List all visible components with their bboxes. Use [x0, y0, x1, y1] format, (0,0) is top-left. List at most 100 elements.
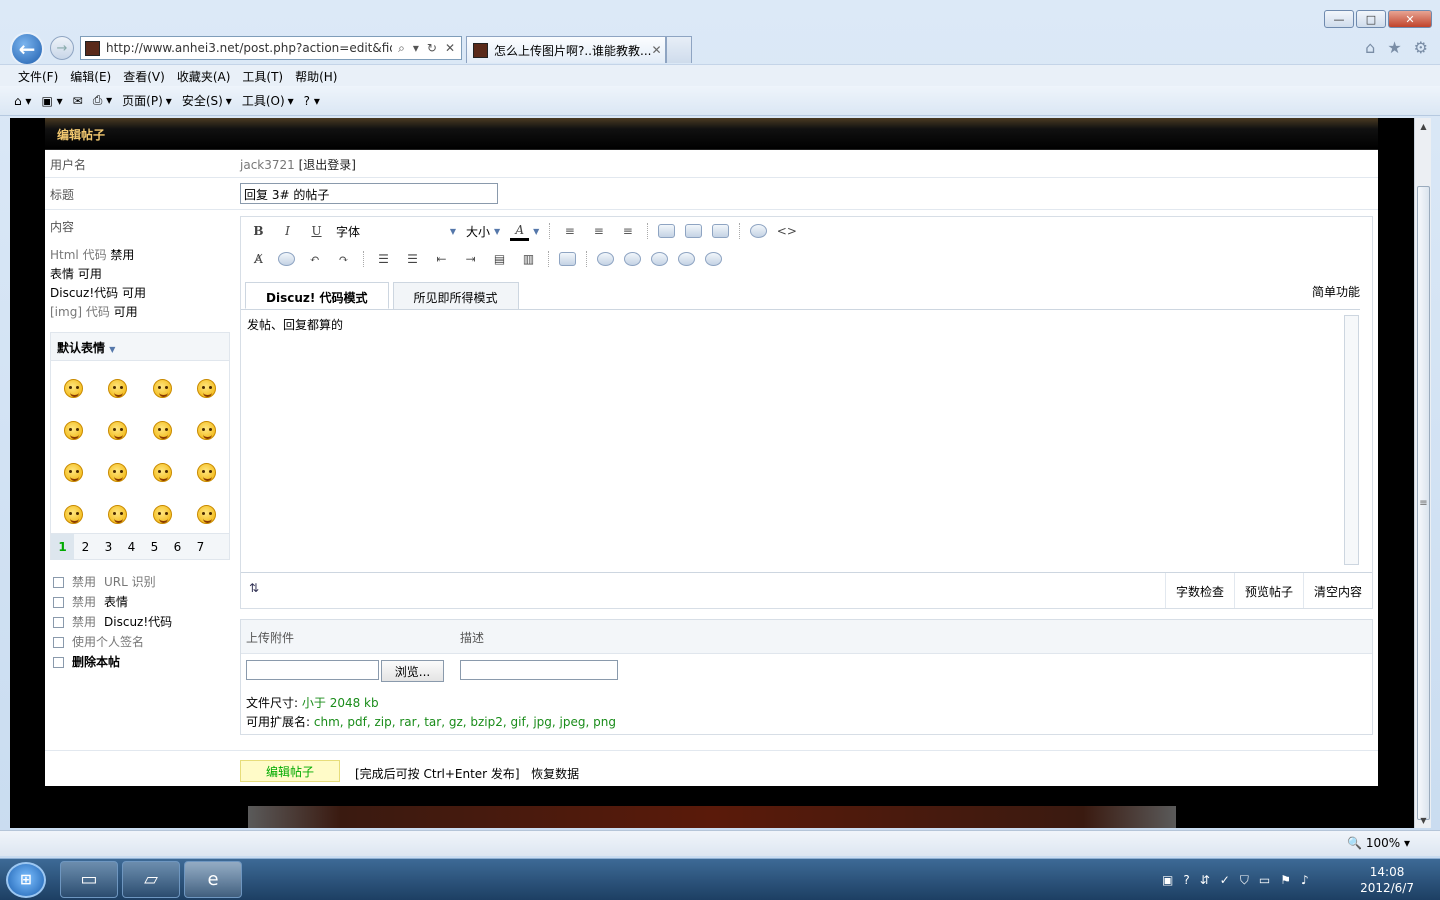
tab-close-icon[interactable]: ✕ [651, 43, 661, 57]
smiley-icon[interactable] [152, 378, 172, 398]
smiley-icon[interactable] [197, 462, 217, 482]
dropdown-icon[interactable]: ▾ [413, 41, 419, 56]
address-bar[interactable]: http://www.anhei3.net/post.php?action=ed… [80, 36, 462, 60]
underline-button[interactable]: U [307, 222, 326, 241]
close-button[interactable]: ✕ [1388, 10, 1432, 28]
menu-tools[interactable]: 工具(T) [236, 65, 289, 86]
preview-post-button[interactable]: 预览帖子 [1233, 573, 1303, 608]
redo-icon[interactable]: ↷ [334, 250, 353, 269]
help-icon[interactable]: ? ▾ [304, 94, 320, 108]
refresh-icon[interactable]: ↻ [427, 41, 437, 56]
scroll-thumb[interactable]: ≡ [1417, 186, 1430, 820]
link-icon[interactable] [658, 224, 676, 238]
address-url[interactable]: http://www.anhei3.net/post.php?action=ed… [106, 41, 392, 55]
smiley-icon[interactable] [152, 462, 172, 482]
smiley-icon[interactable] [197, 420, 217, 440]
tray-security-icon[interactable]: ✓ [1220, 873, 1230, 887]
smilies-header[interactable]: 默认表情 ▼ [51, 333, 229, 361]
free-tag-icon[interactable] [559, 252, 576, 266]
smiley-icon[interactable] [63, 462, 83, 482]
stop-icon[interactable]: ✕ [445, 41, 455, 56]
disable-discuz-code-checkbox[interactable] [53, 616, 64, 628]
tab-discuz-code-mode[interactable]: Discuz! 代码模式 [245, 282, 389, 309]
ie-taskbar-icon[interactable]: e [184, 861, 242, 898]
page-menu[interactable]: 页面(P) ▾ [122, 92, 172, 109]
menu-favorites[interactable]: 收藏夹(A) [171, 65, 237, 86]
smilies-page-5[interactable]: 5 [143, 540, 166, 554]
size-select[interactable]: 大小 ▼ [466, 223, 500, 240]
smilies-page-7[interactable]: 7 [189, 540, 212, 554]
tray-app-icon[interactable]: ▣ [1162, 873, 1173, 887]
smiley-icon[interactable] [197, 378, 217, 398]
simple-mode-link[interactable]: 简单功能 [1312, 283, 1360, 300]
zoom-control[interactable]: 🔍 100% ▾ [1347, 836, 1410, 850]
settings-gear-icon[interactable]: ⚙ [1414, 38, 1428, 57]
menu-help[interactable]: 帮助(H) [289, 65, 343, 86]
smiley-icon[interactable] [108, 420, 128, 440]
home-icon[interactable]: ⌂ [1365, 38, 1375, 57]
quote-icon[interactable] [750, 224, 768, 238]
app-taskbar-icon[interactable]: ▱ [122, 861, 180, 898]
explorer-taskbar-icon[interactable]: ▭ [60, 861, 118, 898]
use-signature-checkbox[interactable] [53, 636, 64, 648]
smiley-icon[interactable] [108, 504, 128, 524]
print-icon[interactable]: ⎙ ▾ [93, 93, 112, 108]
page-scrollbar[interactable]: ▲ ≡ ▼ [1414, 118, 1431, 828]
remove-format-icon[interactable]: A̸ [249, 250, 268, 269]
media-icon[interactable] [651, 252, 668, 266]
mail-icon[interactable]: ✉ [73, 94, 83, 108]
delete-post-checkbox[interactable] [53, 656, 64, 668]
feeds-icon[interactable]: ▣ ▾ [41, 94, 62, 108]
tools-menu[interactable]: 工具(O) ▾ [242, 92, 294, 109]
search-icon[interactable]: ⌕ [398, 41, 405, 56]
restore-data-link[interactable]: 恢复数据 [531, 767, 579, 781]
logout-link[interactable]: [退出登录] [299, 158, 356, 172]
image-icon[interactable] [712, 224, 730, 238]
minimize-button[interactable]: — [1324, 10, 1354, 28]
title-input[interactable]: 回复 3# 的帖子 [240, 183, 498, 204]
audio-icon[interactable] [678, 252, 695, 266]
unlink-icon[interactable] [278, 252, 295, 266]
description-input[interactable] [460, 660, 618, 680]
tray-volume-icon[interactable]: ♪ [1301, 873, 1309, 887]
back-icon[interactable]: ← [10, 32, 44, 66]
home-menu-icon[interactable]: ⌂ ▾ [14, 94, 31, 108]
align-center-icon[interactable]: ≡ [589, 222, 608, 241]
resize-handle-icon[interactable]: ⇅ [249, 581, 259, 595]
smiley-icon[interactable] [152, 420, 172, 440]
smilies-page-1[interactable]: 1 [51, 533, 74, 560]
tab-wysiwyg-mode[interactable]: 所见即所得模式 [392, 282, 519, 309]
disable-smilies-checkbox[interactable] [53, 596, 64, 608]
system-clock[interactable]: 14:08 2012/6/7 [1360, 864, 1414, 896]
new-tab-button[interactable] [666, 36, 692, 63]
smiley-icon[interactable] [152, 504, 172, 524]
tray-network-icon[interactable]: ▭ [1259, 873, 1270, 887]
float-right-icon[interactable]: ▥ [519, 250, 538, 269]
textarea-scrollbar[interactable] [1344, 315, 1359, 565]
float-left-icon[interactable]: ▤ [490, 250, 509, 269]
smiley-icon[interactable] [108, 462, 128, 482]
favorites-star-icon[interactable]: ★ [1387, 38, 1401, 57]
check-length-button[interactable]: 字数检查 [1164, 573, 1234, 608]
menu-view[interactable]: 查看(V) [117, 65, 171, 86]
smiley-icon[interactable] [197, 504, 217, 524]
forward-icon[interactable]: → [50, 36, 74, 60]
tray-shield-icon[interactable]: ⛉ [1240, 873, 1249, 888]
smiley-icon[interactable] [63, 378, 83, 398]
realplayer-icon[interactable] [705, 252, 722, 266]
menu-file[interactable]: 文件(F) [12, 65, 64, 86]
undo-icon[interactable]: ↶ [305, 250, 324, 269]
flash-icon[interactable] [597, 252, 614, 266]
smilies-page-2[interactable]: 2 [74, 540, 97, 554]
message-textarea[interactable]: 发帖、回复都算的 [241, 309, 1360, 571]
browse-button[interactable]: 浏览... [381, 660, 444, 682]
tab-active[interactable]: 怎么上传图片啊?..谁能教教... ✕ [466, 36, 666, 63]
italic-button[interactable]: I [278, 222, 297, 241]
code-icon[interactable]: <> [777, 222, 797, 241]
qq-icon[interactable] [624, 252, 641, 266]
scroll-down-icon[interactable]: ▼ [1415, 812, 1432, 828]
smiley-icon[interactable] [63, 420, 83, 440]
tray-help-icon[interactable]: ? [1183, 873, 1189, 887]
ordered-list-icon[interactable]: ☰ [374, 250, 393, 269]
menu-edit[interactable]: 编辑(E) [64, 65, 117, 86]
